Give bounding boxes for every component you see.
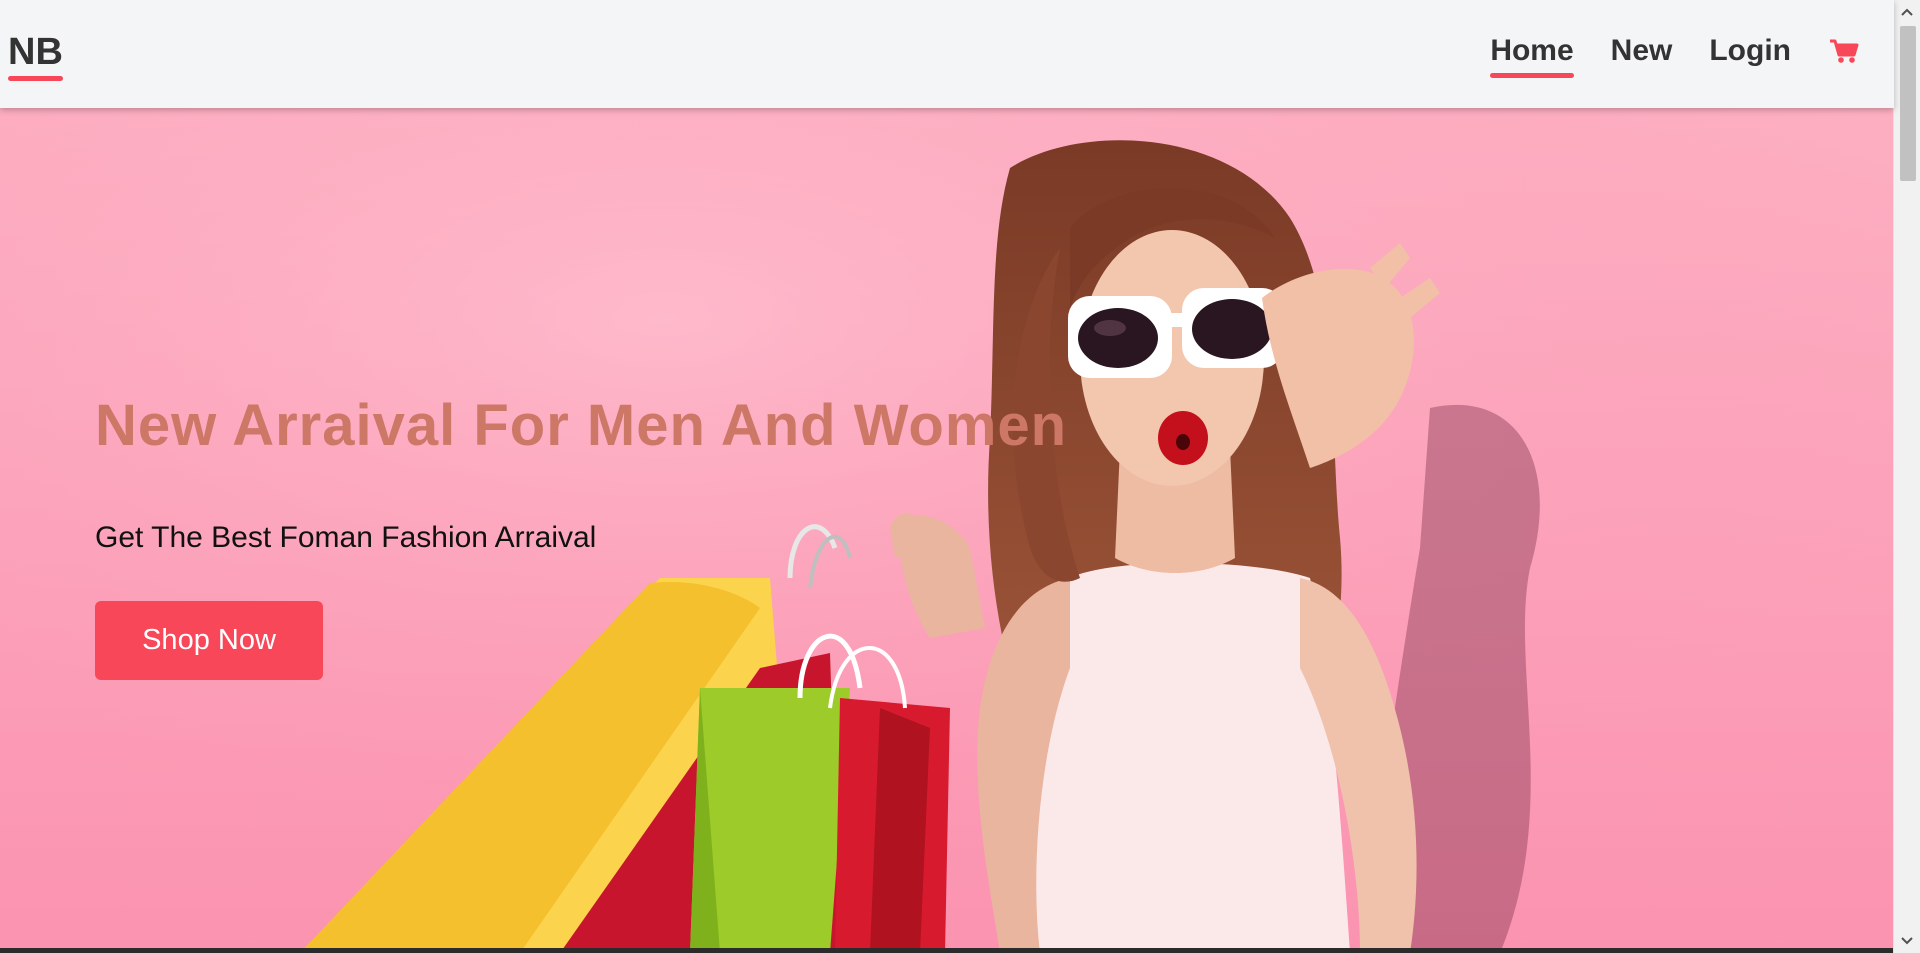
vertical-scrollbar[interactable]	[1893, 0, 1920, 953]
scrollbar-thumb[interactable]	[1900, 26, 1916, 181]
nav-links: Home New Login	[1490, 32, 1860, 78]
nav-link-login[interactable]: Login	[1709, 32, 1791, 70]
hero-title: New Arraival For Men And Women	[95, 393, 1068, 458]
page: NB Home New Login New Arraival For Men A…	[0, 0, 1920, 953]
hero-subtitle: Get The Best Foman Fashion Arraival	[95, 521, 597, 554]
shopping-cart-icon[interactable]	[1828, 35, 1860, 67]
nav-link-new[interactable]: New	[1611, 32, 1673, 70]
nav-link-home[interactable]: Home	[1490, 32, 1575, 78]
scroll-up-arrow-icon[interactable]	[1894, 0, 1920, 24]
shop-now-button[interactable]: Shop Now	[95, 601, 323, 680]
scroll-down-arrow-icon[interactable]	[1894, 929, 1920, 953]
page-bottom-edge	[0, 948, 1894, 953]
navbar: NB Home New Login	[0, 0, 1894, 108]
hero-banner: New Arraival For Men And Women Get The B…	[0, 108, 1894, 953]
brand-logo[interactable]: NB	[8, 30, 63, 81]
